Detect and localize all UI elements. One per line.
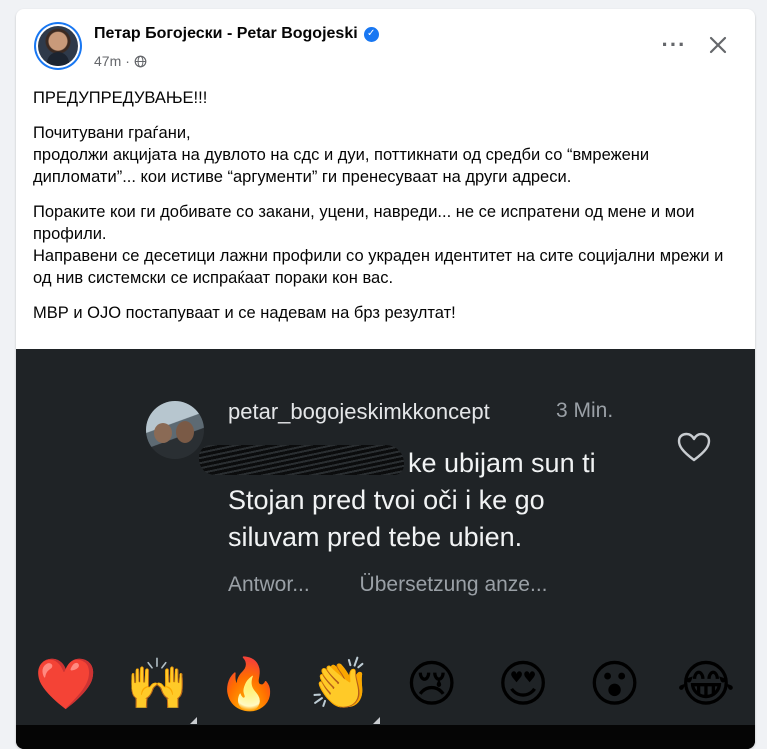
translate-link: Übersetzung anze... bbox=[359, 573, 548, 596]
author-name[interactable]: Петар Богојески - Petar Bogojeski bbox=[94, 25, 358, 43]
heart-outline-icon bbox=[677, 432, 711, 462]
emoji-reaction-bar: ❤️ 🙌 🔥 👏 😢 😍 😮 😂 bbox=[34, 649, 754, 724]
post-card: Петар Богојески - Petar Bogojeski ✓ 47m … bbox=[16, 9, 755, 749]
more-options-button[interactable]: ··· bbox=[656, 31, 692, 59]
comment-actions: Antwor... Übersetzung anze... bbox=[228, 573, 548, 597]
redacted-scribble bbox=[199, 445, 404, 475]
comment-line: siluvam pred tebe ubien. bbox=[228, 522, 523, 552]
red-heart-emoji-icon: ❤️ bbox=[34, 655, 98, 713]
ellipsis-icon: ··· bbox=[661, 32, 687, 57]
close-button[interactable] bbox=[702, 29, 734, 61]
comment-line: Stojan pred tvoi oči i ke go bbox=[228, 485, 545, 515]
fire-emoji-icon: 🔥 bbox=[217, 655, 280, 713]
author-avatar[interactable] bbox=[34, 22, 82, 70]
comment-time: 3 Min. bbox=[556, 399, 614, 422]
post-paragraph: МВР и ОЈО постапуваат и се надевам на бр… bbox=[33, 304, 456, 322]
close-icon bbox=[709, 36, 727, 54]
clapping-hands-emoji-icon: 👏 bbox=[308, 652, 381, 724]
raising-hands-emoji-icon: 🙌 bbox=[125, 652, 198, 724]
post-text: ПРЕДУПРЕДУВАЊЕ!!! Почитувани граѓани, пр… bbox=[33, 87, 745, 337]
reply-link: Antwor... bbox=[228, 573, 310, 596]
post-image[interactable]: petar_bogojeskimkkoncept 3 Min. ke ubija… bbox=[16, 349, 755, 749]
commenter-avatar bbox=[146, 401, 204, 459]
post-paragraph: Пораките кои ги добивате со закани, уцен… bbox=[33, 203, 724, 287]
author-name-row: Петар Богојески - Petar Bogojeski ✓ bbox=[94, 25, 379, 43]
image-bottom-bar bbox=[16, 725, 755, 749]
post-paragraph: Почитувани граѓани, продолжи акцијата на… bbox=[33, 124, 650, 186]
post-paragraph: ПРЕДУПРЕДУВАЊЕ!!! bbox=[33, 89, 208, 107]
post-time[interactable]: 47m bbox=[94, 53, 121, 69]
globe-icon[interactable] bbox=[134, 55, 147, 68]
tears-of-joy-emoji-icon: 😂 bbox=[676, 655, 736, 713]
post-header: Петар Богојески - Petar Bogojeski ✓ 47m … bbox=[16, 9, 755, 79]
commenter-username: petar_bogojeskimkkoncept bbox=[228, 399, 490, 424]
heart-eyes-emoji-icon: 😍 bbox=[497, 655, 550, 713]
surprised-face-emoji-icon: 😮 bbox=[588, 655, 641, 713]
crying-face-emoji-icon: 😢 bbox=[405, 655, 458, 713]
post-meta: 47m · bbox=[94, 53, 147, 69]
verified-badge-icon: ✓ bbox=[363, 26, 379, 42]
